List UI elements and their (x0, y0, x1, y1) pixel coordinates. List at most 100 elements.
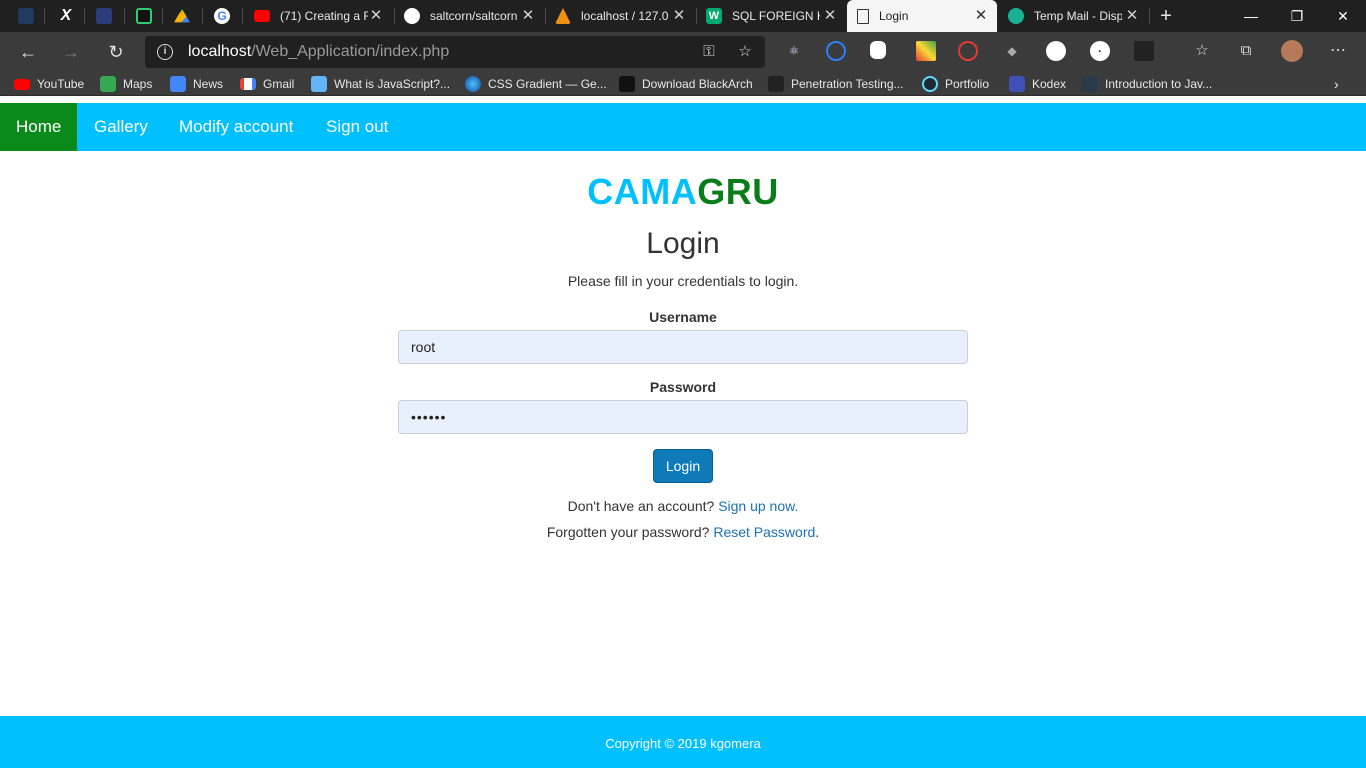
close-icon[interactable]: ✕ (368, 8, 384, 24)
username-input[interactable]: root (398, 330, 968, 364)
nav-gallery[interactable]: Gallery (78, 103, 164, 151)
site-logo: CAMAGRU (587, 171, 779, 212)
page-content: Home Gallery Modify account Sign out CAM… (0, 103, 1366, 768)
url-text[interactable]: localhost/Web_Application/index.php (188, 43, 449, 61)
reset-password-link[interactable]: Reset Password (713, 524, 815, 540)
extension-record-icon[interactable] (958, 41, 978, 61)
phpmyadmin-icon (555, 8, 571, 24)
pinned-tab-5[interactable] (174, 0, 194, 32)
more-icon[interactable]: ⋯ (1328, 41, 1348, 61)
info-icon[interactable]: i (157, 44, 173, 60)
tab-title: Temp Mail - Disp (1034, 9, 1122, 23)
login-button[interactable]: Login (653, 449, 713, 483)
tab-github[interactable]: saltcorn/saltcorn ✕ (404, 0, 544, 32)
close-icon[interactable]: ✕ (520, 8, 536, 24)
address-bar[interactable]: i localhost/Web_Application/index.php ⚿ … (145, 36, 765, 68)
nav-sign-out[interactable]: Sign out (310, 103, 404, 151)
star-icon[interactable]: ☆ (735, 42, 755, 62)
tab-strip: X G (71) Creating a R ✕ saltcorn/saltcor… (0, 0, 1366, 32)
page-icon (857, 8, 869, 24)
nav-home[interactable]: Home (0, 103, 77, 151)
password-input[interactable]: •••••• (398, 400, 968, 434)
tab-login[interactable]: Login ✕ (847, 0, 997, 32)
password-label: Password (649, 379, 717, 395)
extension-dark-icon[interactable] (1134, 41, 1154, 61)
bookmarks-bar: YouTube Maps News Gmail What is JavaScri… (0, 72, 1366, 96)
pinned-tab-2[interactable]: X (58, 0, 78, 32)
bookmark-blackarch[interactable]: Download BlackArch (619, 76, 753, 92)
app-icon (18, 8, 34, 24)
extension-blue-icon[interactable] (826, 41, 846, 61)
extension-lock-icon[interactable] (870, 41, 886, 59)
forward-arrow-icon[interactable]: → (55, 36, 87, 68)
github-icon (404, 8, 420, 24)
bookmark-javascript[interactable]: What is JavaScript?... (311, 76, 450, 92)
pinned-tab-6[interactable]: G (214, 0, 234, 32)
pinned-tab-3[interactable] (96, 0, 116, 32)
tab-w3schools[interactable]: W SQL FOREIGN KEY ✕ (706, 0, 846, 32)
new-tab-button[interactable]: + (1154, 0, 1178, 32)
bookmark-css-gradient[interactable]: CSS Gradient — Ge... (465, 76, 607, 92)
username-label: Username (649, 309, 717, 325)
restore-button[interactable]: ❐ (1274, 0, 1320, 32)
bookmark-pentest[interactable]: Penetration Testing... (768, 76, 904, 92)
pinned-tab-4[interactable] (136, 0, 156, 32)
javascript-icon (311, 76, 327, 92)
react-devtools-icon[interactable]: ⚛ (784, 41, 804, 61)
reload-icon[interactable]: ↻ (100, 36, 132, 68)
css-gradient-icon (465, 76, 481, 92)
maps-icon (100, 76, 116, 92)
chevron-right-icon[interactable]: › (1334, 76, 1339, 92)
signup-prompt: Don't have an account? Sign up now. (567, 498, 799, 514)
close-icon[interactable]: ✕ (1124, 8, 1140, 24)
dropbox-icon[interactable]: ◆ (1002, 41, 1022, 61)
hi-icon (136, 8, 152, 24)
tab-phpmyadmin[interactable]: localhost / 127.0 ✕ (555, 0, 695, 32)
bookmark-youtube[interactable]: YouTube (14, 76, 84, 92)
login-instructions: Please fill in your credentials to login… (567, 273, 799, 289)
x-icon: X (60, 7, 72, 24)
w3schools-icon: W (706, 8, 722, 24)
hashnode-icon (96, 8, 112, 24)
bookmark-news[interactable]: News (170, 76, 223, 92)
google-icon: G (214, 8, 230, 24)
back-arrow-icon[interactable]: ← (12, 36, 44, 68)
bookmark-maps[interactable]: Maps (100, 76, 152, 92)
close-icon[interactable]: ✕ (973, 8, 989, 24)
page-title: Login (646, 227, 720, 260)
extension-color-icon[interactable] (916, 41, 936, 61)
bookmark-kodex[interactable]: Kodex (1009, 76, 1066, 92)
tab-youtube[interactable]: (71) Creating a R ✕ (252, 0, 392, 32)
course-icon (1082, 76, 1098, 92)
kali-dragon-icon (768, 76, 784, 92)
signup-link[interactable]: Sign up now. (718, 498, 798, 514)
collections-icon[interactable]: ⧉ (1236, 41, 1256, 61)
bookmark-intro-js[interactable]: Introduction to Jav... (1082, 76, 1212, 92)
favorites-icon[interactable]: ☆ (1192, 41, 1212, 61)
gmail-icon (240, 78, 256, 90)
extension-circle-icon[interactable]: · (1090, 41, 1110, 61)
bookmark-gmail[interactable]: Gmail (240, 76, 294, 92)
tempmail-icon (1008, 8, 1024, 24)
react-icon (922, 76, 938, 92)
youtube-icon (254, 10, 270, 22)
tab-title: saltcorn/saltcorn (430, 9, 518, 23)
tab-title: (71) Creating a R (280, 9, 368, 23)
github-extension-icon[interactable] (1046, 41, 1066, 61)
nav-modify-account[interactable]: Modify account (163, 103, 309, 151)
youtube-icon (14, 78, 30, 90)
close-window-button[interactable]: ✕ (1320, 0, 1366, 32)
bookmark-portfolio[interactable]: Portfolio (922, 76, 989, 92)
news-icon (170, 76, 186, 92)
close-icon[interactable]: ✕ (671, 8, 687, 24)
minimize-button[interactable]: — (1228, 0, 1274, 32)
google-drive-icon (174, 8, 190, 23)
kodex-icon (1009, 76, 1025, 92)
tab-tempmail[interactable]: Temp Mail - Disp ✕ (1008, 0, 1148, 32)
profile-avatar[interactable] (1281, 40, 1303, 62)
close-icon[interactable]: ✕ (822, 8, 838, 24)
key-icon[interactable]: ⚿ (699, 42, 719, 62)
blackarch-icon (619, 76, 635, 92)
site-footer: Copyright © 2019 kgomera (0, 716, 1366, 768)
pinned-tab-1[interactable] (18, 0, 42, 32)
